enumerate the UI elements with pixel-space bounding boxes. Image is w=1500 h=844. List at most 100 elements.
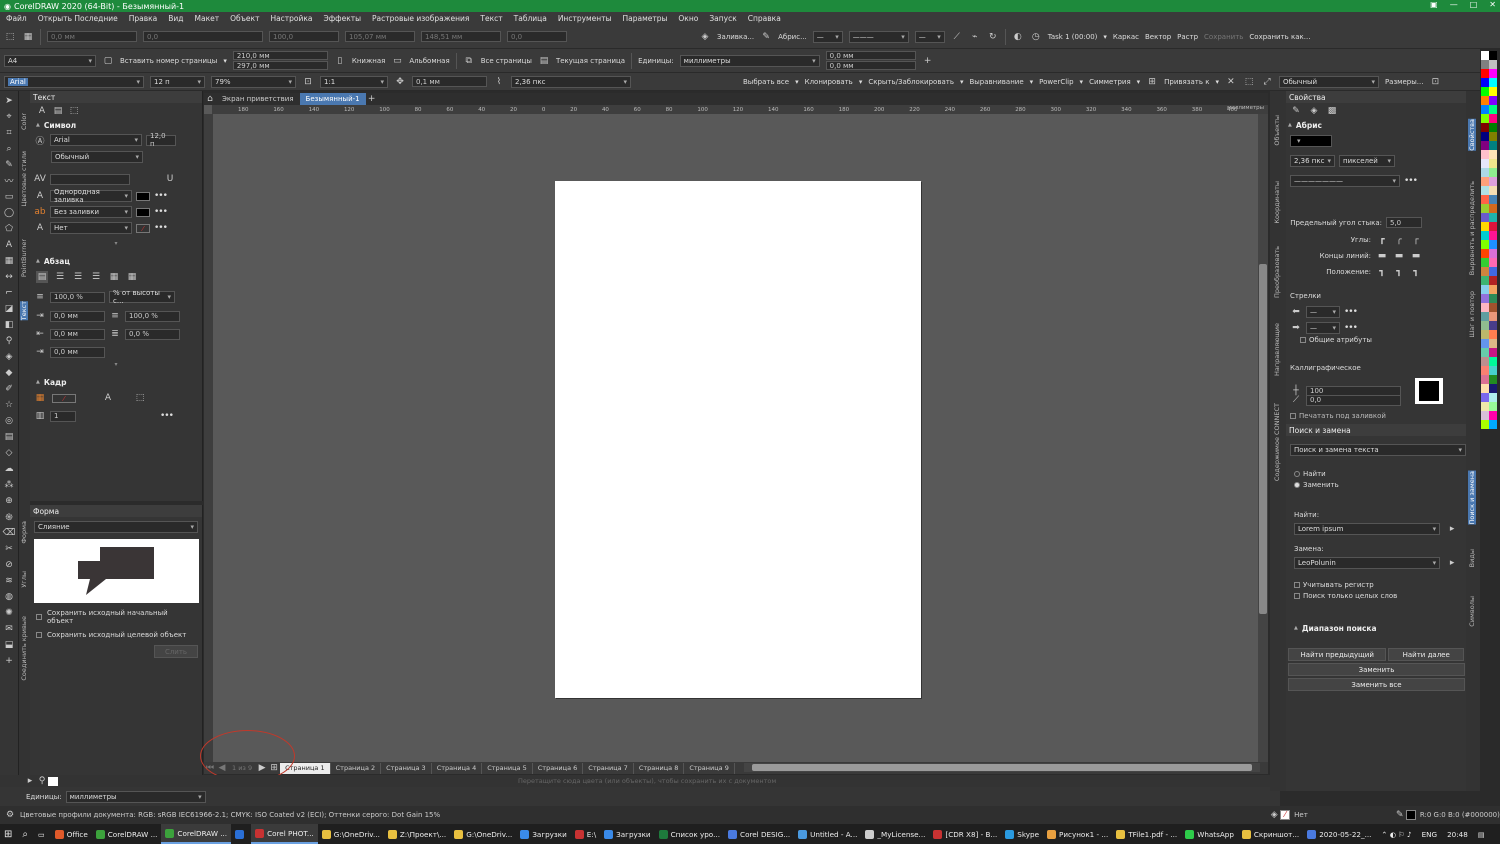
insert-page-number-button[interactable]: Вставить номер страницы [120, 57, 217, 65]
arrow-end-select[interactable]: — [1306, 322, 1340, 334]
palette-swatch[interactable] [1489, 384, 1497, 393]
outline-tool-icon[interactable]: ✐ [2, 382, 16, 395]
symmetry-dropdown-icon[interactable]: ▾ [1137, 78, 1141, 86]
distort-icon[interactable]: ✺ [2, 606, 16, 619]
indent-first-field[interactable]: 0,0 мм [50, 310, 105, 322]
page-tab-3[interactable]: Страница 3 [381, 762, 432, 774]
transform-icon[interactable]: ⤢ [1261, 76, 1273, 88]
print-under-checkbox[interactable] [1290, 413, 1296, 419]
find-next-button[interactable]: Найти далее [1388, 648, 1464, 661]
align-right-icon[interactable]: ☰ [90, 271, 102, 283]
pos-outside-icon[interactable]: ┓ [1376, 266, 1388, 278]
align-force-icon[interactable]: ▦ [126, 271, 138, 283]
restore-icon[interactable]: ▣ [1430, 0, 1438, 9]
menu-layout[interactable]: Макет [195, 14, 220, 23]
palette-swatch[interactable] [1481, 114, 1489, 123]
palette-swatch[interactable] [1489, 339, 1497, 348]
style-select[interactable]: Обычный [1278, 75, 1379, 88]
page-size-select[interactable]: A4 [4, 54, 96, 67]
transparency-prop-icon[interactable]: ▩ [1326, 105, 1338, 117]
task-view-icon[interactable]: ▭ [34, 824, 49, 844]
menu-edit[interactable]: Правка [129, 14, 158, 23]
corner-bevel-icon[interactable]: ┌ [1410, 234, 1422, 246]
tab-text[interactable]: Текст [20, 301, 28, 321]
page-number-icon[interactable]: ▢ [102, 55, 114, 67]
vertical-scrollbar[interactable] [1258, 114, 1268, 764]
search-range-section[interactable]: Диапазон поиска [1286, 622, 1466, 634]
palette-swatch[interactable] [1489, 249, 1497, 258]
palette-swatch[interactable] [1489, 78, 1497, 87]
roughen-icon[interactable]: ⁂ [2, 478, 16, 491]
scale-field[interactable]: 100,0 [269, 31, 339, 42]
page-tab-4[interactable]: Страница 4 [432, 762, 483, 774]
fill3-more-icon[interactable]: ••• [154, 223, 168, 233]
frame-more-icon[interactable]: ••• [160, 411, 174, 421]
taskbar-item[interactable]: _MyLicense... [861, 824, 929, 844]
refresh-icon[interactable]: ↻ [987, 31, 999, 43]
taskbar-item[interactable]: [CDR X8] - B... [929, 824, 1001, 844]
palette-swatch[interactable] [1481, 330, 1489, 339]
snap-off-icon[interactable]: ✕ [1225, 76, 1237, 88]
palette-swatch[interactable] [1481, 123, 1489, 132]
palette-swatch[interactable] [1481, 60, 1489, 69]
menu-table[interactable]: Таблица [514, 14, 547, 23]
nudge-icon[interactable]: ✥ [394, 76, 406, 88]
raster-button[interactable]: Растр [1177, 33, 1198, 41]
powerclip-dropdown-icon[interactable]: ▾ [1080, 78, 1084, 86]
taskbar-item[interactable]: Загрузки [600, 824, 654, 844]
menu-bitmaps[interactable]: Растровые изображения [372, 14, 469, 23]
pos-center-icon[interactable]: ┓ [1393, 266, 1405, 278]
save-button[interactable]: Сохранить [1204, 33, 1243, 41]
taskbar-item[interactable]: Z:\Проект\... [384, 824, 450, 844]
cap-round-icon[interactable]: ▬ [1393, 250, 1405, 262]
vertical-ruler[interactable] [204, 114, 213, 764]
tab-objects[interactable]: Объекты [1273, 115, 1281, 146]
fill1-select[interactable]: Однородная заливка [50, 188, 132, 204]
palette-swatch[interactable] [1481, 420, 1489, 429]
frame-text-icon[interactable]: A [102, 392, 114, 404]
knife-icon[interactable]: ✂ [2, 542, 16, 555]
palette-swatch[interactable] [1481, 402, 1489, 411]
menu-tools[interactable]: Инструменты [558, 14, 612, 23]
cap-square-icon[interactable]: ▬ [1410, 250, 1422, 262]
transparency-icon[interactable]: ◧ [2, 318, 16, 331]
document-page[interactable] [555, 181, 921, 698]
palette-swatch[interactable] [1481, 339, 1489, 348]
palette-swatch[interactable] [1489, 285, 1497, 294]
fill2-more-icon[interactable]: ••• [154, 207, 168, 217]
units-row-select[interactable]: миллиметры [65, 790, 206, 803]
grid-icon[interactable]: ▦ [22, 31, 34, 43]
tab-shape[interactable]: Форма [20, 521, 28, 544]
cap-butt-icon[interactable]: ▬ [1376, 250, 1388, 262]
palette-swatch[interactable] [1481, 204, 1489, 213]
palette-swatch[interactable] [1481, 69, 1489, 78]
shape-tool-icon[interactable]: ◇ [2, 446, 16, 459]
landscape-icon[interactable]: ▭ [391, 55, 403, 67]
x-position-field[interactable]: 0,0 мм [47, 31, 137, 42]
symbol-section[interactable]: Символ [30, 119, 202, 131]
tab-align-distribute[interactable]: Выровнять и распределить [1468, 181, 1476, 275]
find-options-icon[interactable]: ▸ [1446, 523, 1458, 535]
miter-field[interactable]: 5,0 [1386, 217, 1422, 228]
taskbar-item[interactable]: Corel PHOT... [251, 824, 318, 844]
eyedropper-small-icon[interactable]: ⚲ [36, 775, 48, 787]
fill2-select[interactable]: Без заливки [50, 206, 132, 218]
interactive-fill-icon[interactable]: ◈ [2, 350, 16, 363]
arrow-end-more-icon[interactable]: ••• [1344, 323, 1358, 333]
palette-swatch[interactable] [1481, 366, 1489, 375]
frame-section[interactable]: Кадр [30, 376, 202, 388]
palette-swatch[interactable] [1481, 222, 1489, 231]
menu-object[interactable]: Объект [230, 14, 259, 23]
size-field[interactable]: 105,07 мм [345, 31, 415, 42]
freehand-icon[interactable]: ✎ [2, 158, 16, 171]
fill1-more-icon[interactable]: ••• [154, 191, 168, 201]
page-tab-8[interactable]: Страница 8 [634, 762, 685, 774]
palette-swatch[interactable] [1481, 213, 1489, 222]
vertical-scroll-thumb[interactable] [1259, 264, 1267, 614]
weld-apply-button[interactable]: Слить [154, 645, 198, 658]
palette-menu-icon[interactable]: ▸ [24, 775, 36, 787]
shape-mode-select[interactable]: Слияние [34, 521, 198, 533]
find-prev-button[interactable]: Найти предыдущий [1288, 648, 1387, 661]
maximize-icon[interactable]: □ [1470, 0, 1478, 9]
taskbar-item[interactable]: Corel DESIG... [724, 824, 794, 844]
